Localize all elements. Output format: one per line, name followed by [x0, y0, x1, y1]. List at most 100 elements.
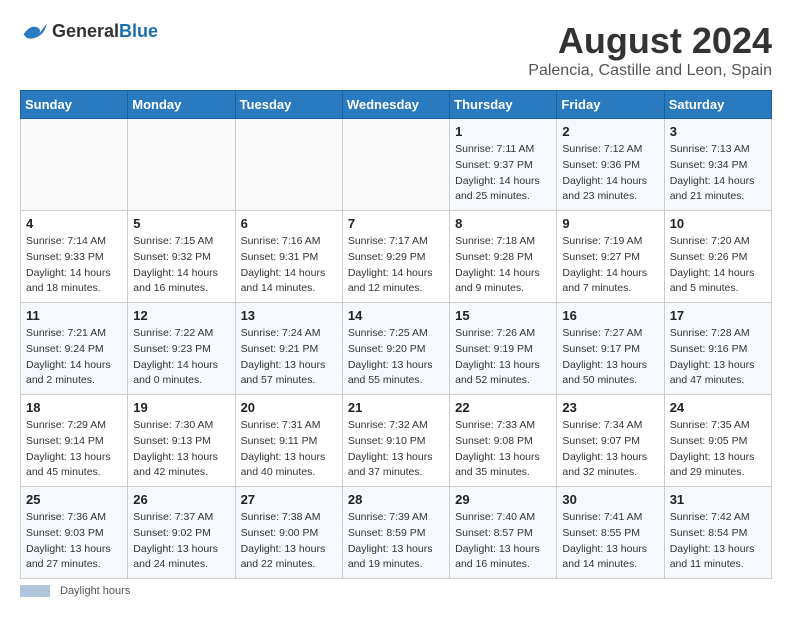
- day-info: Sunrise: 7:37 AM Sunset: 9:02 PM Dayligh…: [133, 510, 229, 573]
- calendar-cell: [342, 119, 449, 211]
- calendar-cell: 31Sunrise: 7:42 AM Sunset: 8:54 PM Dayli…: [664, 487, 771, 579]
- calendar-cell: 12 Sunrise: 7:22 AM Sunset: 9:23 PM Dayli…: [128, 303, 235, 395]
- day-number: 20: [241, 400, 337, 415]
- day-number: 16: [562, 308, 658, 323]
- week-row-2: 4Sunrise: 7:14 AM Sunset: 9:33 PM Daylig…: [21, 211, 772, 303]
- calendar-cell: 30 Sunrise: 7:41 AM Sunset: 8:55 PM Dayli…: [557, 487, 664, 579]
- day-info: Sunrise: 7:18 AM Sunset: 9:28 PM Dayligh…: [455, 234, 551, 297]
- day-number: 21: [348, 400, 444, 415]
- calendar-cell: 9Sunrise: 7:19 AM Sunset: 9:27 PM Daylig…: [557, 211, 664, 303]
- calendar-cell: 14 Sunrise: 7:25 AM Sunset: 9:20 PM Dayli…: [342, 303, 449, 395]
- subtitle: Palencia, Castille and Leon, Spain: [528, 62, 772, 80]
- day-number: 14: [348, 308, 444, 323]
- calendar-cell: 29Sunrise: 7:40 AM Sunset: 8:57 PM Dayli…: [450, 487, 557, 579]
- day-info: Sunrise: 7:19 AM Sunset: 9:27 PM Dayligh…: [562, 234, 658, 297]
- day-info: Sunrise: 7:26 AM Sunset: 9:19 PM Dayligh…: [455, 326, 551, 389]
- logo: GeneralBlue: [20, 20, 158, 42]
- header-day-friday: Friday: [557, 91, 664, 119]
- day-number: 22: [455, 400, 551, 415]
- calendar-cell: 21 Sunrise: 7:32 AM Sunset: 9:10 PM Dayli…: [342, 395, 449, 487]
- calendar-cell: 4Sunrise: 7:14 AM Sunset: 9:33 PM Daylig…: [21, 211, 128, 303]
- title-area: August 2024 Palencia, Castille and Leon,…: [528, 20, 772, 80]
- week-row-5: 25 Sunrise: 7:36 AM Sunset: 9:03 PM Dayli…: [21, 487, 772, 579]
- day-number: 10: [670, 216, 766, 231]
- day-number: 30: [562, 492, 658, 507]
- calendar-cell: 16 Sunrise: 7:27 AM Sunset: 9:17 PM Dayli…: [557, 303, 664, 395]
- calendar-body: 1Sunrise: 7:11 AM Sunset: 9:37 PM Daylig…: [21, 119, 772, 579]
- calendar-cell: 24 Sunrise: 7:35 AM Sunset: 9:05 PM Dayli…: [664, 395, 771, 487]
- day-info: Sunrise: 7:15 AM Sunset: 9:32 PM Dayligh…: [133, 234, 229, 297]
- day-info: Sunrise: 7:25 AM Sunset: 9:20 PM Dayligh…: [348, 326, 444, 389]
- day-number: 12: [133, 308, 229, 323]
- day-number: 13: [241, 308, 337, 323]
- calendar-cell: [128, 119, 235, 211]
- day-info: Sunrise: 7:27 AM Sunset: 9:17 PM Dayligh…: [562, 326, 658, 389]
- calendar-header: SundayMondayTuesdayWednesdayThursdayFrid…: [21, 91, 772, 119]
- calendar-cell: 20 Sunrise: 7:31 AM Sunset: 9:11 PM Dayli…: [235, 395, 342, 487]
- daylight-label: Daylight hours: [60, 585, 130, 597]
- day-info: Sunrise: 7:35 AM Sunset: 9:05 PM Dayligh…: [670, 418, 766, 481]
- calendar-cell: 13 Sunrise: 7:24 AM Sunset: 9:21 PM Dayli…: [235, 303, 342, 395]
- week-row-4: 18 Sunrise: 7:29 AM Sunset: 9:14 PM Dayli…: [21, 395, 772, 487]
- day-number: 8: [455, 216, 551, 231]
- calendar-cell: [21, 119, 128, 211]
- calendar-cell: 7 Sunrise: 7:17 AM Sunset: 9:29 PM Daylig…: [342, 211, 449, 303]
- header-day-thursday: Thursday: [450, 91, 557, 119]
- calendar-cell: 2 Sunrise: 7:12 AM Sunset: 9:36 PM Daylig…: [557, 119, 664, 211]
- calendar-cell: 17Sunrise: 7:28 AM Sunset: 9:16 PM Dayli…: [664, 303, 771, 395]
- calendar-cell: 19Sunrise: 7:30 AM Sunset: 9:13 PM Dayli…: [128, 395, 235, 487]
- day-number: 28: [348, 492, 444, 507]
- calendar-cell: 15 Sunrise: 7:26 AM Sunset: 9:19 PM Dayli…: [450, 303, 557, 395]
- calendar-cell: 10 Sunrise: 7:20 AM Sunset: 9:26 PM Dayli…: [664, 211, 771, 303]
- calendar-cell: 25 Sunrise: 7:36 AM Sunset: 9:03 PM Dayli…: [21, 487, 128, 579]
- day-info: Sunrise: 7:17 AM Sunset: 9:29 PM Dayligh…: [348, 234, 444, 297]
- day-info: Sunrise: 7:22 AM Sunset: 9:23 PM Dayligh…: [133, 326, 229, 389]
- day-number: 23: [562, 400, 658, 415]
- day-info: Sunrise: 7:29 AM Sunset: 9:14 PM Dayligh…: [26, 418, 122, 481]
- calendar-table: SundayMondayTuesdayWednesdayThursdayFrid…: [20, 90, 772, 579]
- header-day-wednesday: Wednesday: [342, 91, 449, 119]
- day-info: Sunrise: 7:24 AM Sunset: 9:21 PM Dayligh…: [241, 326, 337, 389]
- day-info: Sunrise: 7:32 AM Sunset: 9:10 PM Dayligh…: [348, 418, 444, 481]
- calendar-cell: 28Sunrise: 7:39 AM Sunset: 8:59 PM Dayli…: [342, 487, 449, 579]
- main-title: August 2024: [528, 20, 772, 62]
- week-row-1: 1Sunrise: 7:11 AM Sunset: 9:37 PM Daylig…: [21, 119, 772, 211]
- day-number: 4: [26, 216, 122, 231]
- calendar-cell: 26Sunrise: 7:37 AM Sunset: 9:02 PM Dayli…: [128, 487, 235, 579]
- day-number: 24: [670, 400, 766, 415]
- logo-general-text: General: [52, 21, 119, 41]
- day-info: Sunrise: 7:41 AM Sunset: 8:55 PM Dayligh…: [562, 510, 658, 573]
- day-number: 27: [241, 492, 337, 507]
- calendar-cell: [235, 119, 342, 211]
- header-day-tuesday: Tuesday: [235, 91, 342, 119]
- day-number: 15: [455, 308, 551, 323]
- header-day-monday: Monday: [128, 91, 235, 119]
- day-info: Sunrise: 7:36 AM Sunset: 9:03 PM Dayligh…: [26, 510, 122, 573]
- day-number: 19: [133, 400, 229, 415]
- day-number: 7: [348, 216, 444, 231]
- header-day-saturday: Saturday: [664, 91, 771, 119]
- calendar-cell: 11Sunrise: 7:21 AM Sunset: 9:24 PM Dayli…: [21, 303, 128, 395]
- day-number: 11: [26, 308, 122, 323]
- day-info: Sunrise: 7:34 AM Sunset: 9:07 PM Dayligh…: [562, 418, 658, 481]
- day-info: Sunrise: 7:11 AM Sunset: 9:37 PM Dayligh…: [455, 142, 551, 205]
- day-number: 18: [26, 400, 122, 415]
- header-row: SundayMondayTuesdayWednesdayThursdayFrid…: [21, 91, 772, 119]
- day-number: 25: [26, 492, 122, 507]
- logo-blue-text: Blue: [119, 21, 158, 41]
- calendar-cell: 5Sunrise: 7:15 AM Sunset: 9:32 PM Daylig…: [128, 211, 235, 303]
- calendar-cell: 27Sunrise: 7:38 AM Sunset: 9:00 PM Dayli…: [235, 487, 342, 579]
- day-info: Sunrise: 7:13 AM Sunset: 9:34 PM Dayligh…: [670, 142, 766, 205]
- day-info: Sunrise: 7:20 AM Sunset: 9:26 PM Dayligh…: [670, 234, 766, 297]
- calendar-cell: 3Sunrise: 7:13 AM Sunset: 9:34 PM Daylig…: [664, 119, 771, 211]
- day-number: 2: [562, 124, 658, 139]
- day-info: Sunrise: 7:31 AM Sunset: 9:11 PM Dayligh…: [241, 418, 337, 481]
- calendar-cell: 8 Sunrise: 7:18 AM Sunset: 9:28 PM Daylig…: [450, 211, 557, 303]
- day-number: 17: [670, 308, 766, 323]
- calendar-cell: 18 Sunrise: 7:29 AM Sunset: 9:14 PM Dayli…: [21, 395, 128, 487]
- header-day-sunday: Sunday: [21, 91, 128, 119]
- day-info: Sunrise: 7:12 AM Sunset: 9:36 PM Dayligh…: [562, 142, 658, 205]
- day-number: 31: [670, 492, 766, 507]
- calendar-cell: 22Sunrise: 7:33 AM Sunset: 9:08 PM Dayli…: [450, 395, 557, 487]
- logo-bird-icon: [20, 20, 48, 42]
